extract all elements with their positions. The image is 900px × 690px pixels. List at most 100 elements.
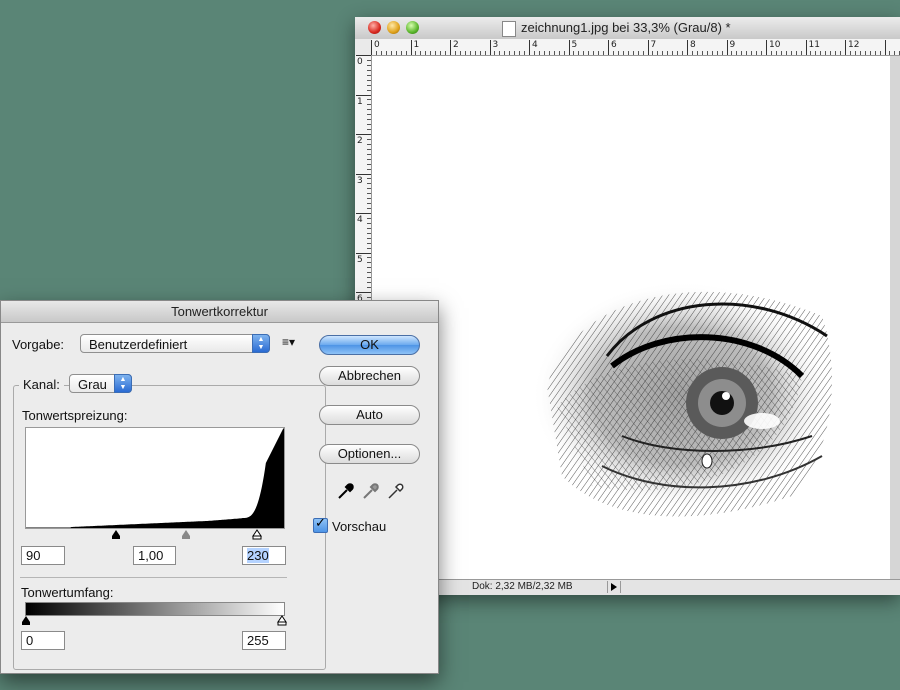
ruler-major-tick: [356, 213, 371, 214]
channel-label: Kanal:: [19, 377, 64, 392]
image-canvas[interactable]: [372, 56, 890, 580]
output-black-handle[interactable]: [22, 616, 30, 622]
preview-checkbox[interactable]: [313, 516, 328, 533]
ruler-label: 1: [413, 40, 420, 50]
ruler-label: 12: [848, 40, 860, 50]
status-menu-arrow-icon[interactable]: [607, 581, 621, 593]
ruler-minor-tick: [367, 64, 371, 66]
ruler-minor-tick: [736, 51, 738, 55]
ruler-minor-tick: [864, 51, 866, 55]
options-button[interactable]: Optionen...: [319, 444, 420, 464]
input-white-field[interactable]: 230: [242, 546, 286, 565]
ruler-minor-tick: [367, 99, 371, 101]
ruler-minor-tick: [504, 51, 506, 55]
ruler-minor-tick: [612, 51, 614, 55]
input-gamma-handle[interactable]: [182, 530, 190, 536]
ruler-minor-tick: [367, 242, 371, 244]
black-eyedropper-icon[interactable]: [337, 482, 355, 500]
ruler-label: 1: [357, 96, 363, 107]
input-black-field[interactable]: 90: [21, 546, 65, 565]
preset-value: Benutzerdefiniert: [89, 337, 188, 352]
ruler-label: 5: [357, 254, 363, 265]
ruler-minor-tick: [711, 51, 713, 55]
ruler-minor-tick: [459, 51, 461, 55]
ruler-minor-tick: [894, 51, 896, 55]
ruler-minor-tick: [874, 51, 876, 55]
ruler-minor-tick: [367, 163, 371, 165]
ruler-minor-tick: [367, 247, 371, 249]
ok-button[interactable]: OK: [319, 335, 420, 355]
ruler-minor-tick: [657, 51, 659, 55]
close-window-button[interactable]: [368, 21, 381, 34]
ruler-minor-tick: [454, 51, 456, 55]
ruler-minor-tick: [519, 51, 521, 55]
output-black-field[interactable]: 0: [21, 631, 65, 650]
ruler-minor-tick: [603, 51, 605, 55]
ruler-minor-tick: [509, 51, 511, 55]
ruler-major-tick: [356, 94, 371, 96]
ruler-minor-tick: [367, 237, 371, 239]
ruler-minor-tick: [469, 51, 471, 55]
horizontal-ruler[interactable]: 0 1 2 3 4 5 6 7 8 9 10 11 12: [371, 39, 900, 56]
output-white-field[interactable]: 255: [242, 631, 286, 650]
ruler-minor-tick: [494, 51, 496, 55]
ruler-minor-tick: [849, 51, 851, 55]
ruler-minor-tick: [830, 51, 832, 55]
input-levels-slider[interactable]: [25, 528, 285, 540]
ruler-minor-tick: [367, 114, 371, 116]
ruler-minor-tick: [367, 104, 371, 106]
auto-button[interactable]: Auto: [319, 405, 420, 425]
zoom-window-button[interactable]: [406, 21, 419, 34]
ruler-label: 0: [357, 57, 363, 67]
output-black-base: [22, 622, 30, 625]
ruler-minor-tick: [367, 138, 371, 140]
ruler-major-tick: [726, 40, 728, 55]
output-levels-slider[interactable]: [20, 615, 290, 627]
input-levels-label: Tonwertspreizung:: [22, 408, 128, 423]
ruler-minor-tick: [593, 51, 595, 55]
channel-value: Grau: [78, 377, 107, 392]
ruler-minor-tick: [800, 51, 802, 55]
ruler-minor-tick: [667, 51, 669, 55]
dialog-title[interactable]: Tonwertkorrektur: [1, 301, 438, 323]
ruler-minor-tick: [367, 129, 371, 131]
input-black-point-handle[interactable]: [112, 530, 120, 536]
input-gamma-field[interactable]: 1,00: [133, 546, 176, 565]
ruler-minor-tick: [435, 51, 437, 55]
gray-eyedropper-icon[interactable]: [362, 482, 380, 500]
input-white-value: 230: [247, 548, 269, 563]
cancel-button[interactable]: Abbrechen: [319, 366, 420, 386]
document-title-bar[interactable]: zeichnung1.jpg bei 33,3% (Grau/8) *: [355, 17, 900, 40]
ruler-origin[interactable]: [355, 39, 372, 56]
ruler-major-tick: [884, 40, 886, 55]
ruler-label: 4: [532, 40, 538, 50]
ruler-minor-tick: [840, 51, 842, 55]
ruler-minor-tick: [548, 51, 550, 55]
ruler-minor-tick: [835, 51, 837, 55]
preset-options-icon[interactable]: ≡▾: [282, 335, 295, 349]
ruler-label: 11: [808, 40, 820, 50]
ruler-minor-tick: [464, 51, 466, 55]
ruler-minor-tick: [445, 51, 447, 55]
ruler-minor-tick: [367, 124, 371, 126]
input-white-point-base: [252, 535, 262, 540]
ruler-minor-tick: [706, 51, 708, 55]
ruler-label: 9: [729, 40, 736, 50]
input-white-point-handle[interactable]: [252, 529, 262, 537]
ruler-label: 6: [611, 40, 617, 50]
channel-select[interactable]: Grau ▲ ▼: [69, 374, 132, 393]
preset-select[interactable]: Benutzerdefiniert ▲ ▼: [80, 334, 270, 353]
ruler-label: 4: [357, 215, 363, 225]
ruler-minor-tick: [588, 51, 590, 55]
output-white-handle[interactable]: [277, 615, 287, 623]
ruler-minor-tick: [367, 74, 371, 76]
ruler-minor-tick: [746, 51, 748, 55]
ruler-minor-tick: [691, 51, 693, 55]
white-eyedropper-icon[interactable]: [387, 482, 405, 500]
input-slider-track: [112, 529, 262, 540]
minimize-window-button[interactable]: [387, 21, 400, 34]
ruler-minor-tick: [795, 51, 797, 55]
ruler-major-tick: [647, 40, 649, 55]
output-white-base: [277, 621, 287, 626]
ruler-minor-tick: [583, 51, 585, 55]
